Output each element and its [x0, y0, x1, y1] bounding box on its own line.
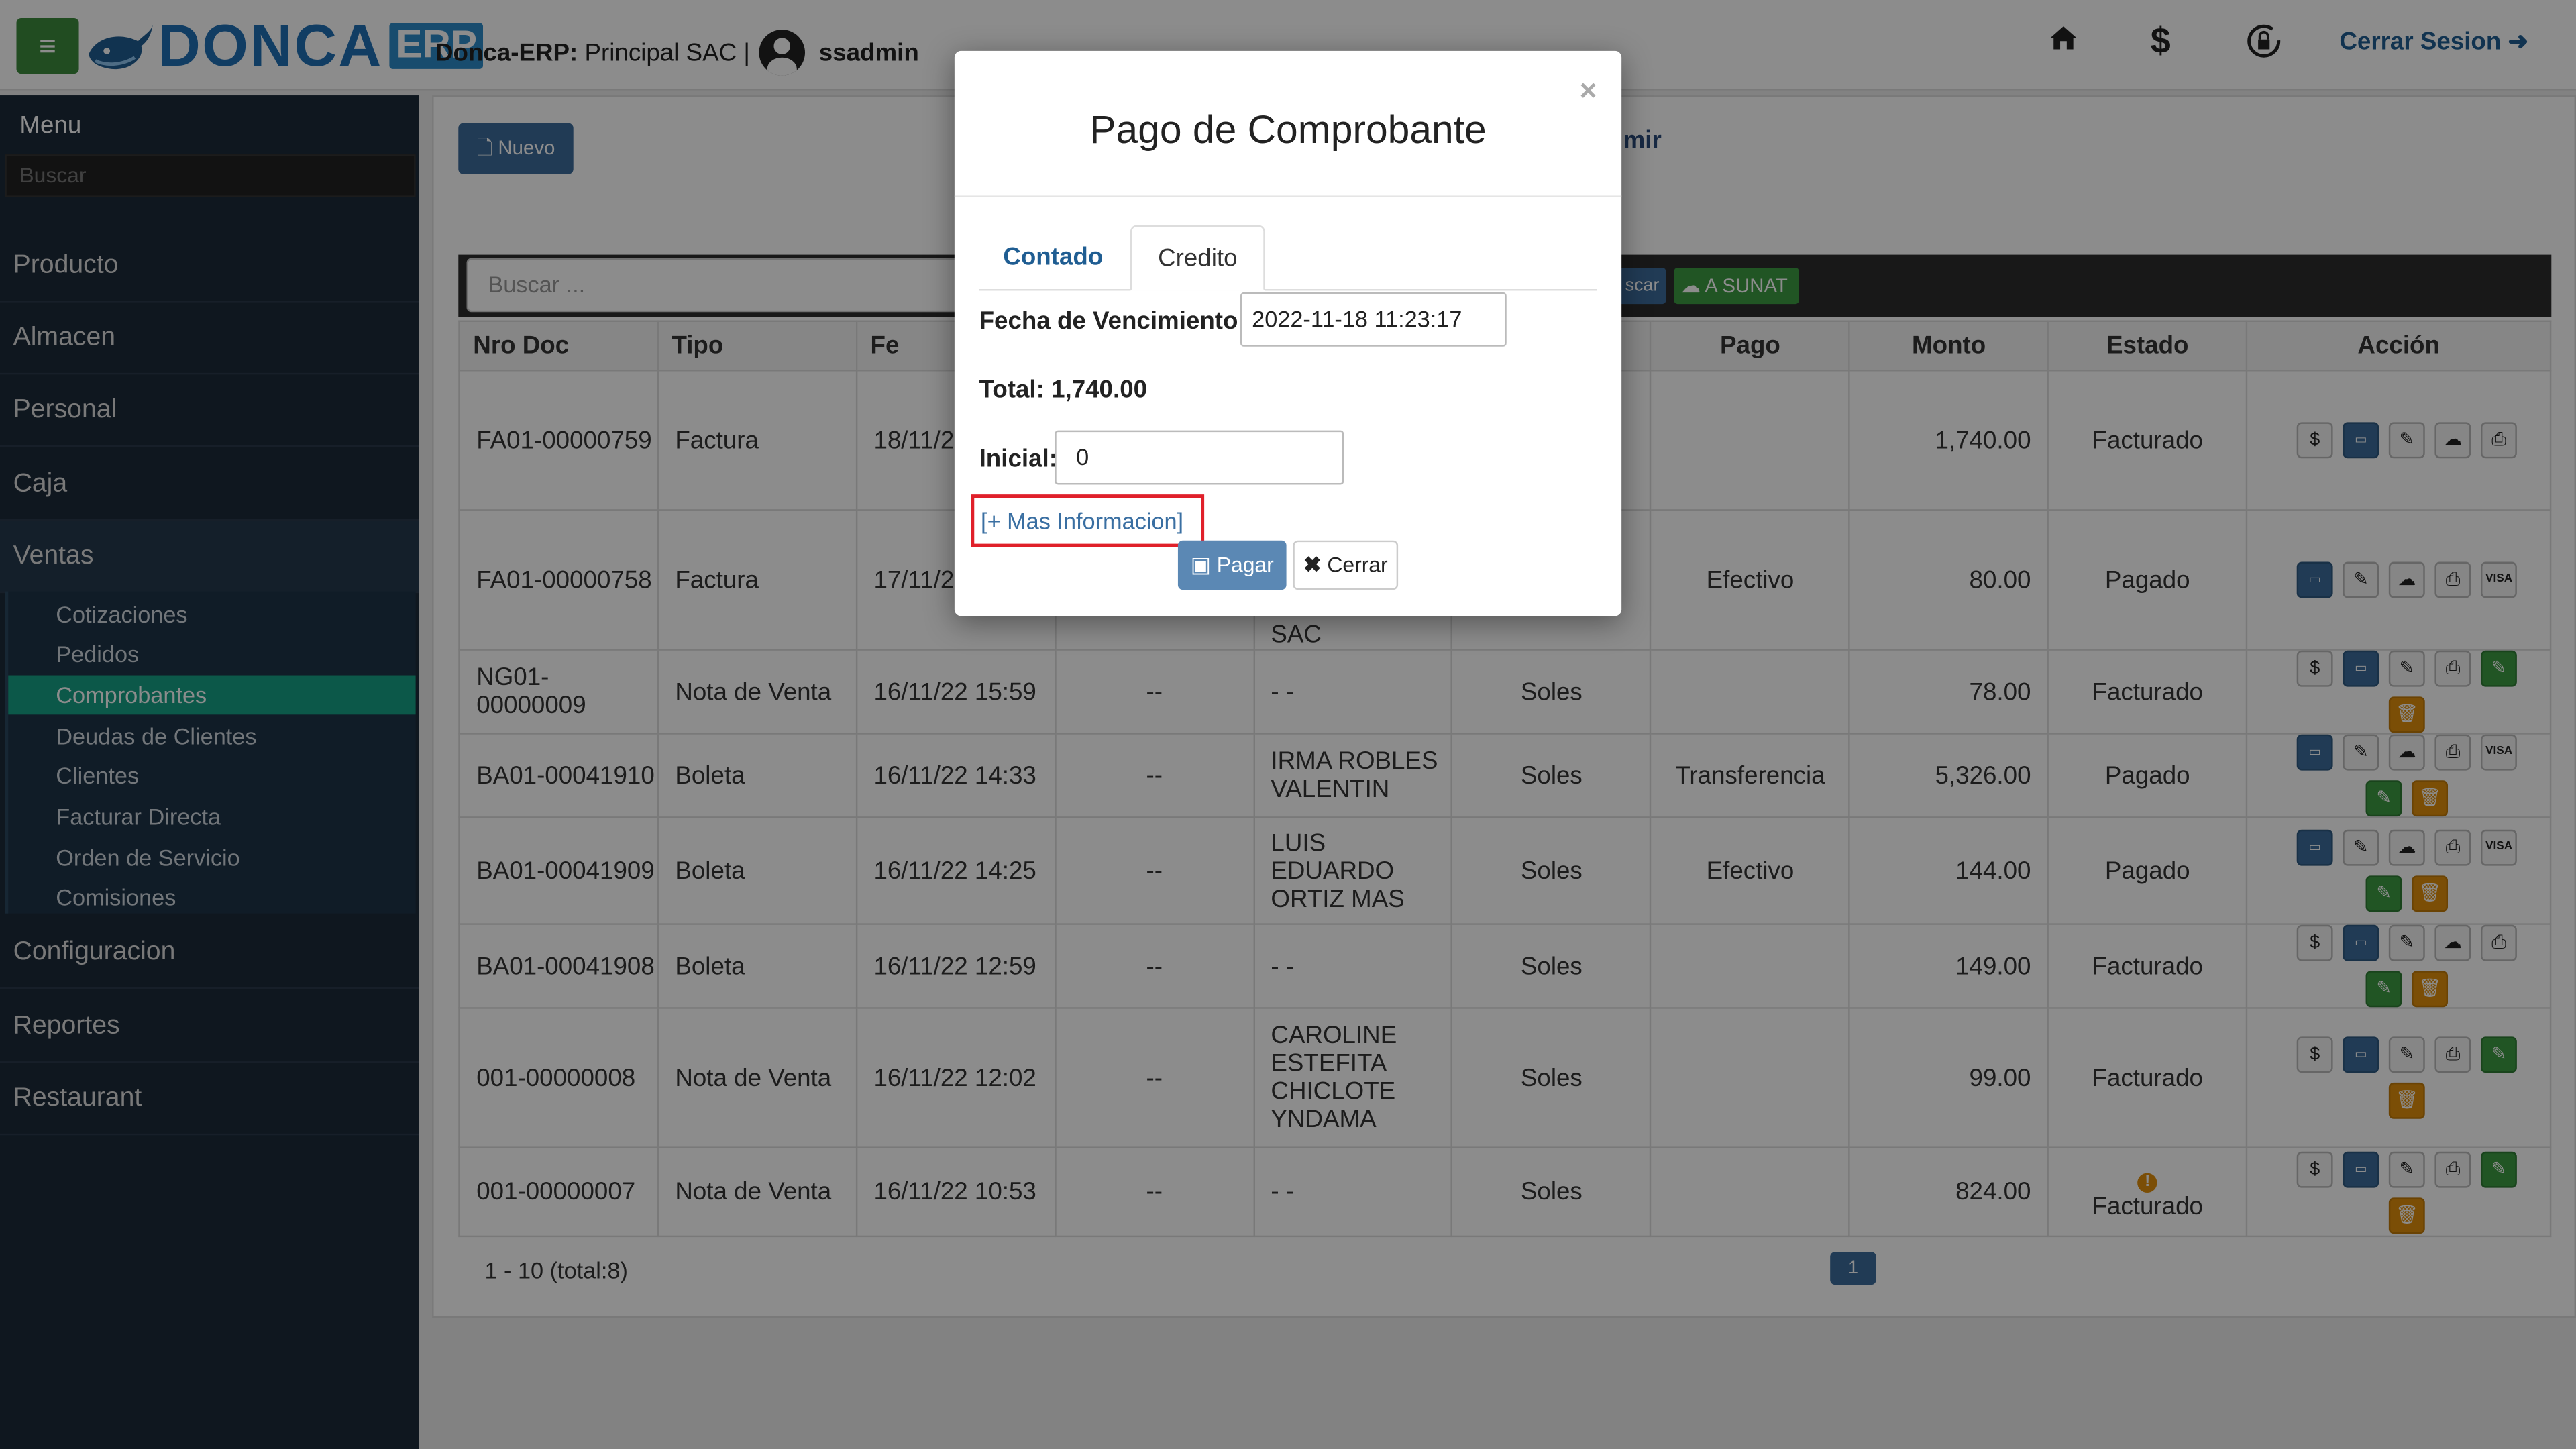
total-label: Total: 1,740.00 — [979, 376, 1148, 405]
money-icon: ▣ — [1190, 551, 1211, 577]
tab-credito[interactable]: Credito — [1130, 225, 1265, 291]
x-icon: ✖ — [1303, 551, 1322, 577]
due-date-label: Fecha de Vencimiento: — [979, 307, 1246, 335]
close-button-label: Cerrar — [1327, 551, 1388, 577]
modal-divider — [954, 195, 1622, 197]
payment-modal: × Pago de Comprobante Contado Credito Fe… — [954, 50, 1622, 616]
pay-button[interactable]: ▣ Pagar — [1177, 540, 1287, 590]
app-root: ≡ DONCA ERP Donca-ERP: Principal SAC | s… — [0, 0, 2576, 1449]
close-button[interactable]: ✖ Cerrar — [1293, 540, 1399, 590]
initial-label: Inicial: — [979, 445, 1057, 474]
pay-button-label: Pagar — [1216, 551, 1274, 577]
initial-input[interactable]: 0 — [1055, 430, 1344, 485]
tabs-divider — [979, 289, 1597, 291]
tab-contado[interactable]: Contado — [981, 225, 1126, 291]
modal-title: Pago de Comprobante — [1089, 108, 1487, 153]
close-icon[interactable]: × — [1580, 74, 1597, 108]
more-info-link[interactable]: [+ Mas Informacion] — [971, 494, 1205, 547]
due-date-input[interactable]: 2022-11-18 11:23:17 — [1240, 292, 1507, 347]
